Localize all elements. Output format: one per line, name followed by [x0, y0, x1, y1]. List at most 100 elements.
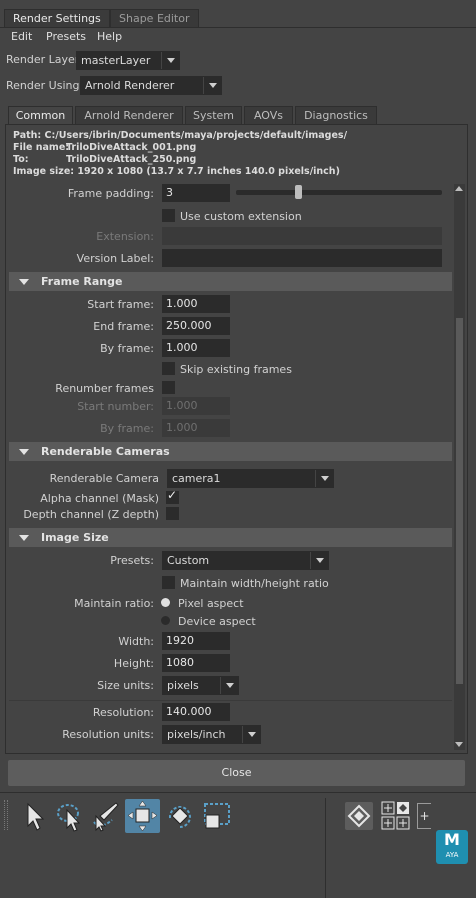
end-frame-label: End frame:	[93, 320, 154, 333]
render-layer-label: Render Layer	[6, 53, 80, 66]
size-units-value: pixels	[167, 679, 199, 692]
renderable-camera-dropdown[interactable]: camera1	[167, 469, 334, 488]
resolution-field[interactable]: 140.000	[162, 703, 230, 721]
depth-channel-checkbox[interactable]	[166, 507, 179, 520]
info-path: Path: C:/Users/ibrin/Documents/maya/proj…	[13, 130, 348, 141]
menu-edit[interactable]: Edit	[11, 30, 32, 43]
start-frame-label: Start frame:	[87, 298, 154, 311]
info-to: TriloDiveAttack_250.png	[66, 154, 197, 165]
render-using-value: Arnold Renderer	[85, 79, 175, 92]
start-number-field[interactable]: 1.000	[162, 397, 230, 415]
renumber-checkbox[interactable]	[162, 381, 175, 394]
snap-together-icon[interactable]	[345, 802, 373, 830]
chevron-down-icon	[242, 726, 260, 743]
renderable-camera-value: camera1	[172, 472, 221, 485]
section-renderable-cameras[interactable]: Renderable Cameras	[9, 442, 452, 461]
end-frame-field[interactable]: 250.000	[162, 317, 230, 335]
toolbar-grip[interactable]	[4, 800, 8, 830]
pixel-aspect-radio[interactable]	[161, 598, 170, 607]
chevron-down-icon	[203, 77, 221, 94]
by-frame-label: By frame:	[100, 342, 154, 355]
resolution-units-label: Resolution units:	[62, 728, 154, 741]
tab-shape-editor[interactable]: Shape Editor	[110, 9, 199, 27]
device-aspect-radio[interactable]	[161, 616, 170, 625]
chevron-down-icon	[161, 52, 179, 69]
presets-label: Presets:	[110, 554, 154, 567]
frame-padding-slider-handle[interactable]	[295, 185, 302, 199]
extension-field[interactable]	[162, 227, 442, 245]
presets-value: Custom	[167, 554, 210, 567]
alpha-channel-label: Alpha channel (Mask)	[40, 492, 159, 505]
tab-aovs[interactable]: AOVs	[244, 106, 293, 124]
section-image-size[interactable]: Image Size	[9, 528, 452, 547]
version-label-field[interactable]	[162, 249, 442, 267]
paint-select-icon[interactable]	[90, 800, 122, 832]
height-label: Height:	[113, 657, 154, 670]
skip-existing-label: Skip existing frames	[180, 363, 292, 376]
chevron-down-icon	[310, 552, 328, 569]
pixel-aspect-label: Pixel aspect	[178, 597, 244, 610]
renderable-camera-label: Renderable Camera	[49, 472, 159, 485]
render-using-label: Render Using	[6, 79, 80, 92]
maintain-wh-label: Maintain width/height ratio	[180, 577, 329, 590]
start-number-label: Start number:	[77, 400, 154, 413]
lasso-tool-icon[interactable]	[55, 800, 85, 832]
section-frame-range[interactable]: Frame Range	[9, 272, 452, 291]
by-frame-field[interactable]: 1.000	[162, 339, 230, 357]
by-frame2-label: By frame:	[100, 422, 154, 435]
size-units-label: Size units:	[97, 679, 154, 692]
tab-system[interactable]: System	[185, 106, 242, 124]
scrollbar-thumb[interactable]	[456, 318, 463, 684]
menu-presets[interactable]: Presets	[46, 30, 86, 43]
frame-padding-slider[interactable]	[236, 190, 442, 195]
maya-logo-text: AYA	[445, 851, 459, 859]
move-tool-icon[interactable]	[125, 799, 160, 833]
resolution-units-dropdown[interactable]: pixels/inch	[162, 725, 261, 744]
divider	[9, 700, 452, 701]
skip-existing-checkbox[interactable]	[162, 362, 175, 375]
maintain-wh-checkbox[interactable]	[162, 576, 175, 589]
layout-grid-icon[interactable]	[381, 801, 411, 831]
add-shelf-icon[interactable]: +	[417, 803, 431, 829]
render-layer-dropdown[interactable]: masterLayer	[76, 51, 180, 70]
tab-render-settings-label: Render Settings	[13, 12, 101, 25]
toolbar-divider	[325, 798, 326, 898]
scale-tool-icon[interactable]	[201, 800, 233, 832]
custom-extension-checkbox[interactable]	[162, 209, 175, 222]
menu-help[interactable]: Help	[97, 30, 122, 43]
resolution-units-value: pixels/inch	[167, 728, 226, 741]
renumber-label: Renumber frames	[55, 382, 154, 395]
maya-logo-icon: M AYA	[436, 830, 468, 864]
size-units-dropdown[interactable]: pixels	[162, 676, 239, 695]
tab-render-settings[interactable]: Render Settings	[4, 9, 110, 27]
by-frame2-field[interactable]: 1.000	[162, 419, 230, 437]
tab-common[interactable]: Common	[8, 106, 73, 124]
info-image-size: Image size: 1920 x 1080 (13.7 x 7.7 inch…	[13, 166, 340, 177]
select-tool-icon[interactable]	[22, 800, 48, 832]
close-button-label: Close	[221, 766, 252, 779]
depth-channel-label: Depth channel (Z depth)	[23, 508, 159, 521]
scroll-down-arrow[interactable]	[455, 742, 463, 747]
chevron-down-icon	[315, 470, 333, 487]
tab-underline	[0, 27, 476, 28]
custom-extension-label: Use custom extension	[180, 210, 302, 223]
alpha-channel-checkbox[interactable]: ✓	[166, 488, 179, 504]
width-field[interactable]: 1920	[162, 632, 230, 650]
tab-arnold-renderer[interactable]: Arnold Renderer	[75, 106, 183, 124]
frame-padding-field[interactable]: 3	[162, 184, 230, 202]
start-frame-field[interactable]: 1.000	[162, 295, 230, 313]
rotate-tool-icon[interactable]	[164, 800, 196, 832]
maintain-ratio-label: Maintain ratio:	[74, 597, 154, 610]
height-field[interactable]: 1080	[162, 654, 230, 672]
info-file-name: TriloDiveAttack_001.png	[66, 142, 197, 153]
close-button[interactable]: Close	[8, 760, 465, 786]
resolution-label: Resolution:	[92, 706, 154, 719]
presets-dropdown[interactable]: Custom	[162, 551, 329, 570]
width-label: Width:	[118, 635, 154, 648]
info-file-name-label: File name:	[13, 142, 70, 153]
scroll-up-arrow[interactable]	[455, 186, 463, 191]
render-using-dropdown[interactable]: Arnold Renderer	[80, 76, 222, 95]
tab-diagnostics[interactable]: Diagnostics	[295, 106, 377, 124]
render-layer-value: masterLayer	[81, 54, 151, 67]
frame-padding-label: Frame padding:	[67, 187, 154, 200]
